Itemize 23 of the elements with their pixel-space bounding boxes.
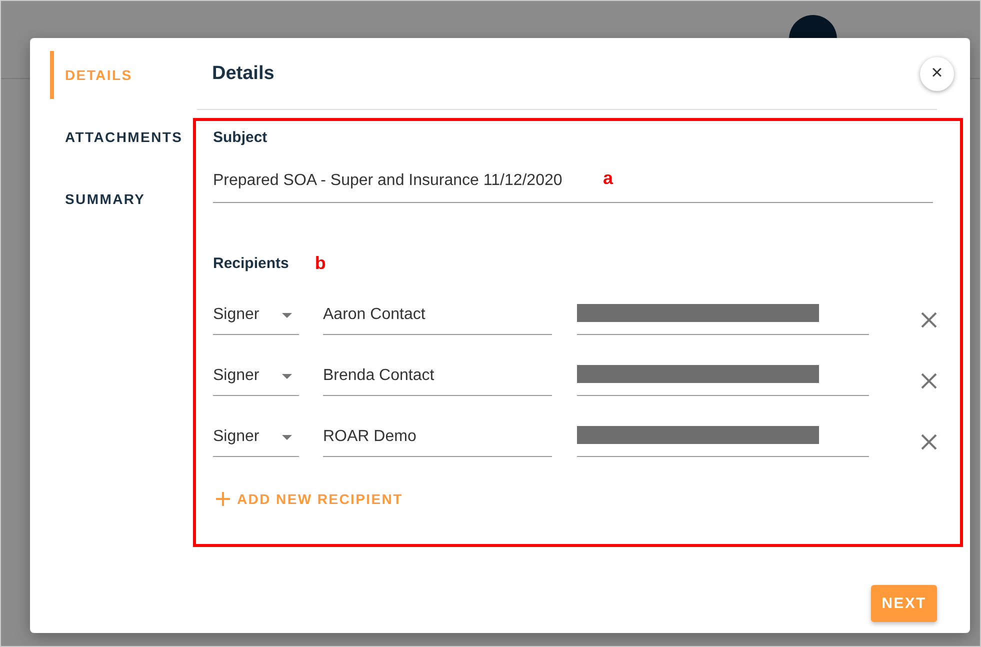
plus-icon [216, 492, 230, 506]
name-field[interactable]: Brenda Contact [323, 365, 552, 396]
role-dropdown[interactable]: Signer [213, 304, 299, 335]
dialog-title: Details [212, 62, 274, 84]
name-field[interactable]: ROAR Demo [323, 426, 552, 457]
section-label: Recipients [213, 255, 289, 272]
close-button[interactable]: × [920, 56, 954, 90]
remove-icon[interactable] [921, 312, 937, 328]
role-dropdown[interactable]: Signer [213, 365, 299, 396]
name-field[interactable]: Aaron Contact [323, 304, 552, 335]
annotation-label: b [314, 253, 326, 274]
email-field[interactable] [577, 426, 869, 457]
caret-icon [282, 313, 292, 318]
caret-icon [282, 435, 292, 440]
remove-icon[interactable] [921, 372, 937, 388]
nav-tab[interactable]: ATTACHMENTS [50, 113, 197, 161]
email-field[interactable] [577, 365, 869, 396]
role-dropdown[interactable]: Signer [213, 426, 299, 457]
nav-tab[interactable]: SUMMARY [50, 175, 197, 223]
caret-icon [282, 374, 292, 379]
email-field[interactable] [577, 304, 869, 335]
field-label: Subject [213, 129, 268, 146]
remove-icon[interactable] [921, 434, 937, 450]
